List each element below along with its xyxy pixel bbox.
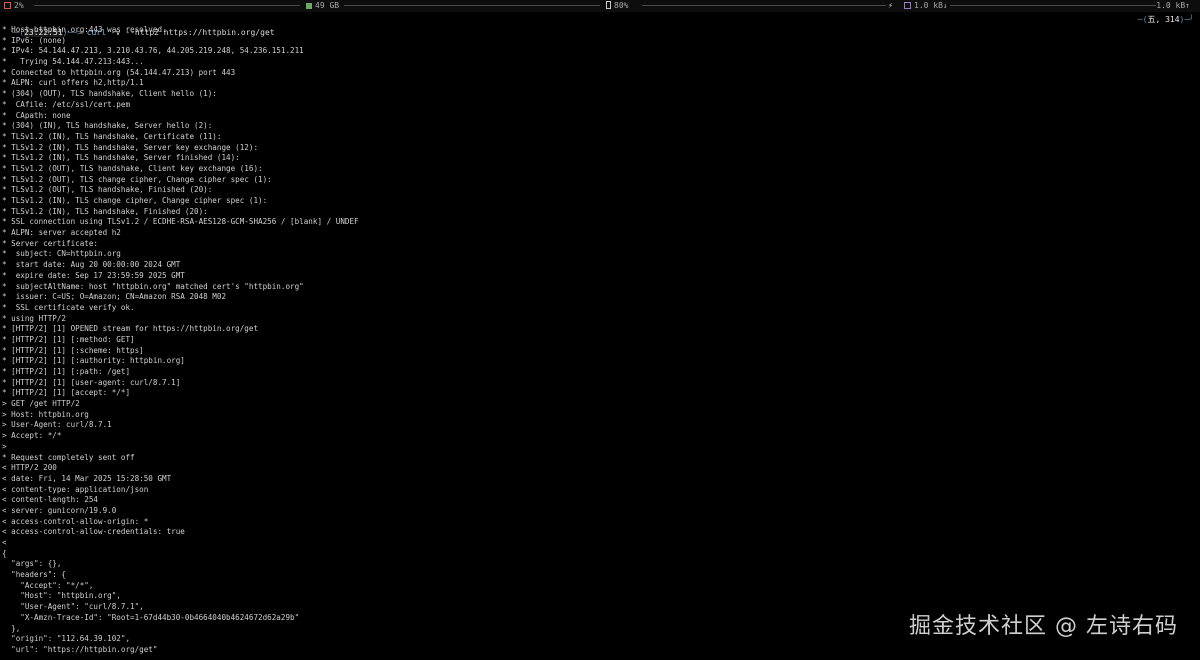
network-down-value: 1.0 kB↓ [914,1,948,10]
terminal-line: * SSL connection using TLSv1.2 / ECDHE-R… [2,217,359,227]
terminal-line: * ALPN: server accepted h2 [2,228,121,238]
cpu-usage-track [34,5,300,6]
terminal-output[interactable]: * Host httpbin.org:443 was resolved. * IP… [2,25,1192,656]
right-prompt-value: 五, 314 [1147,15,1180,24]
terminal-line: * TLSv1.2 (IN), TLS handshake, Server ke… [2,142,259,152]
terminal-line: < access-control-allow-credentials: true [2,527,185,537]
memory-value: 49 GB [315,1,340,10]
network-up-status: 1.0 kB↑ [1156,0,1190,12]
terminal-line: * TLSv1.2 (OUT), TLS handshake, Client k… [2,163,263,173]
terminal-line: < date: Fri, 14 Mar 2025 15:28:50 GMT [2,473,172,483]
terminal-line: < server: gunicorn/19.9.0 [2,505,117,515]
right-prompt-close: )─╯ [1179,15,1194,24]
cpu-value: 2% [14,1,24,10]
network-down-status: 1.0 kB↓ [904,0,948,12]
network-icon [904,2,911,9]
terminal-line: * Server certificate: [2,238,99,248]
terminal-line: * SSL certificate verify ok. [2,302,135,312]
terminal-line: > Accept: */* [2,431,62,441]
terminal-line: < content-type: application/json [2,484,149,494]
memory-usage-track [344,5,600,6]
terminal-line: * TLSv1.2 (OUT), TLS change cipher, Chan… [2,174,272,184]
terminal-line: { [2,548,7,558]
memory-icon [306,3,312,9]
terminal-line: * (304) (OUT), TLS handshake, Client hel… [2,89,217,99]
terminal-line: * expire date: Sep 17 23:59:59 2025 GMT [2,270,185,280]
terminal-line: * IPv6: (none) [2,35,67,45]
battery-icon [606,1,611,9]
terminal-line: * IPv4: 54.144.47.213, 3.210.43.76, 44.2… [2,46,304,56]
bolt-icon: ⚡︎ [888,1,893,10]
terminal-line: < [2,538,7,547]
battery-status: 80% [606,0,628,12]
terminal-line: "Accept": "*/*", [2,580,94,590]
terminal-line: < HTTP/2 200 [2,463,57,473]
terminal-line: "url": "https://httpbin.org/get" [2,644,158,654]
terminal-line: "headers": { [2,570,67,580]
terminal-line: * CAfile: /etc/ssl/cert.pem [2,99,131,109]
terminal-line: * TLSv1.2 (OUT), TLS handshake, Finished… [2,185,213,195]
terminal-line: * subjectAltName: host "httpbin.org" mat… [2,281,304,291]
terminal-line: * TLSv1.2 (IN), TLS handshake, Finished … [2,206,208,216]
terminal-line: * Request completely sent off [2,452,135,462]
terminal-line: * [HTTP/2] [1] OPENED stream for https:/… [2,324,259,334]
memory-status: 49 GB [306,0,339,12]
terminal-line: * TLSv1.2 (IN), TLS handshake, Server fi… [2,153,240,163]
terminal-line: * [HTTP/2] [1] [accept: */*] [2,388,131,398]
terminal-line: * start date: Aug 20 00:00:00 2024 GMT [2,260,181,270]
terminal-line: * Connected to httpbin.org (54.144.47.21… [2,67,236,77]
terminal-line: > Host: httpbin.org [2,409,89,419]
terminal-line: * TLSv1.2 (IN), TLS change cipher, Chang… [2,196,268,205]
terminal-line: * [HTTP/2] [1] [user-agent: curl/8.7.1] [2,377,181,387]
terminal-line: * [HTTP/2] [1] [:scheme: https] [2,345,144,355]
terminal-line: < content-length: 254 [2,495,99,505]
battery-value: 80% [614,1,629,10]
cpu-status: 2% [4,0,24,12]
terminal-line: "args": {}, [2,559,62,569]
terminal-line: > User-Agent: curl/8.7.1 [2,420,112,430]
terminal-line: > GET /get HTTP/2 [2,399,80,409]
terminal-line: * [HTTP/2] [1] [:authority: httpbin.org] [2,356,185,366]
terminal-line: * issuer: C=US; O=Amazon; CN=Amazon RSA … [2,292,227,302]
cpu-icon [4,2,11,9]
terminal-line: * [HTTP/2] [1] [:method: GET] [2,334,135,344]
network-up-value: 1.0 kB↑ [1156,1,1190,10]
terminal-line: * (304) (IN), TLS handshake, Server hell… [2,121,213,131]
terminal-line: * subject: CN=httpbin.org [2,249,121,259]
watermark: 掘金技术社区 @ 左诗右码 [909,614,1178,639]
battery-level-track [642,5,886,6]
network-track [950,5,1156,6]
terminal-line: * Host httpbin.org:443 was resolved. [2,25,167,34]
terminal-line: > [2,441,7,451]
terminal-line: * CApath: none [2,110,71,120]
status-bar: 2% 49 GB 80% ⚡︎ 1.0 kB↓ 1.0 kB↑ [0,0,1200,12]
terminal-line: * Trying 54.144.47.213:443... [2,57,144,67]
terminal-line: < access-control-allow-origin: * [2,516,149,526]
terminal-line: "Host": "httpbin.org", [2,591,121,601]
terminal-line: * using HTTP/2 [2,313,67,323]
terminal-line: * [HTTP/2] [1] [:path: /get] [2,367,131,376]
right-prompt-open: ─( [1137,15,1148,24]
terminal-line: * TLSv1.2 (IN), TLS handshake, Certifica… [2,131,222,141]
terminal-line: * ALPN: curl offers h2,http/1.1 [2,78,144,88]
